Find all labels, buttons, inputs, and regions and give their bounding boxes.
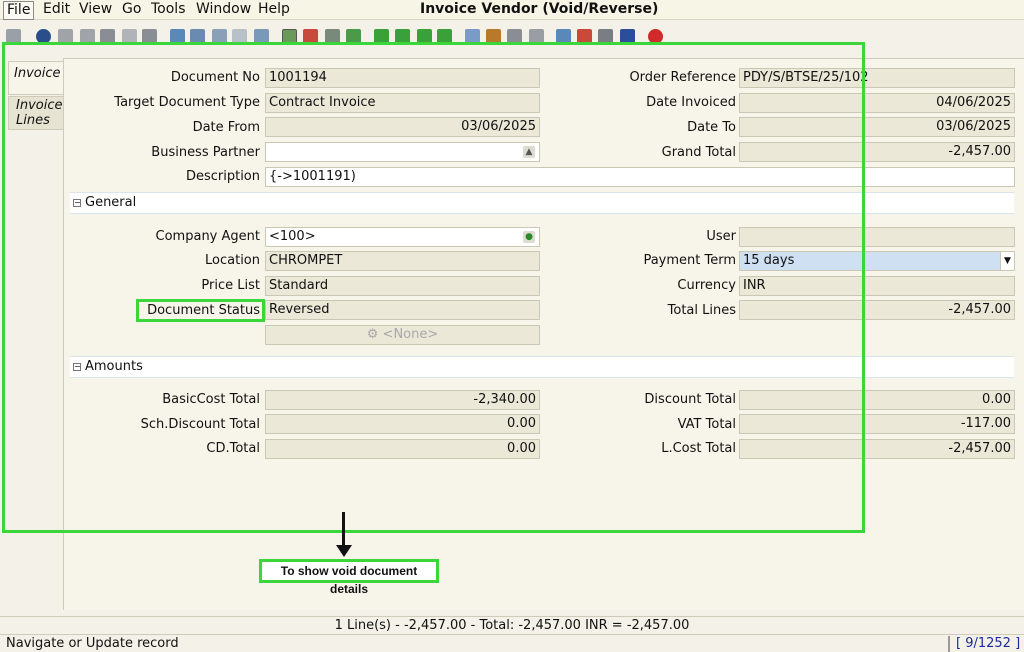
menu-window[interactable]: Window (193, 1, 254, 18)
highlight-box (2, 42, 865, 533)
status-message: Navigate or Update record (6, 636, 179, 651)
arrow-icon (342, 512, 345, 548)
menu-go[interactable]: Go (119, 1, 144, 18)
window-title: Invoice Vendor (Void/Reverse) (420, 1, 659, 17)
status-divider (948, 636, 950, 652)
status-bar: Navigate or Update record [ 9/1252 ] (0, 634, 1024, 652)
arrow-head-icon (336, 545, 352, 557)
menu-view[interactable]: View (76, 1, 115, 18)
document-status-highlight (136, 299, 265, 322)
record-count[interactable]: [ 9/1252 ] (956, 635, 1020, 652)
menu-file[interactable]: File (3, 1, 35, 20)
annotation-callout: To show void document details (259, 559, 439, 596)
menu-edit[interactable]: Edit (40, 1, 73, 18)
summary-bar: 1 Line(s) - -2,457.00 - Total: -2,457.00… (0, 616, 1024, 634)
menu-tools[interactable]: Tools (148, 1, 189, 18)
menu-bar: File Edit View Go Tools Window Help Invo… (0, 0, 1024, 20)
menu-help[interactable]: Help (255, 1, 293, 18)
chevron-down-icon[interactable]: ▼ (1000, 252, 1014, 270)
